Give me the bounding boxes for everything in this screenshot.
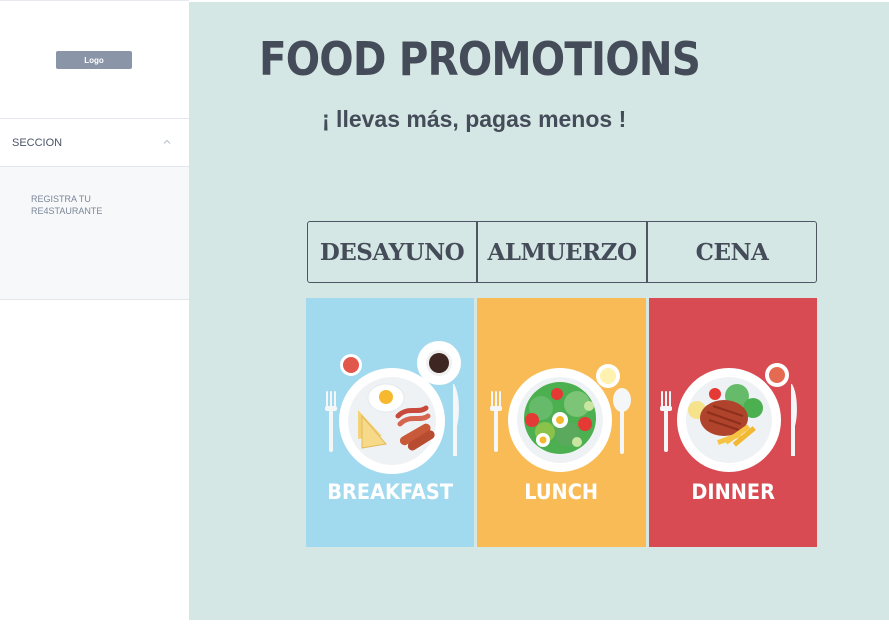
dinner-plate-icon [659,363,797,472]
dinner-label: DINNER [690,480,775,504]
tab-desayuno[interactable]: DESAYUNO [308,222,476,282]
tab-cena[interactable]: CENA [646,222,816,282]
breakfast-card[interactable]: BREAKFAST [306,298,475,547]
dinner-card[interactable]: DINNER [648,298,817,547]
section-header[interactable]: SECCION [0,119,189,167]
register-restaurant-link[interactable]: REGISTRA TU RE4STAURANTE [31,193,141,217]
sidebar: Logo SECCION REGISTRA TU RE4STAURANTE [0,0,189,624]
meal-cards: BREAKFAST LUNCH DINNER [306,298,817,547]
logo-area: Logo [0,1,189,119]
page-title: FOOD PROMOTIONS [259,32,701,86]
breakfast-label: BREAKFAST [327,480,454,504]
tab-almuerzo[interactable]: ALMUERZO [476,222,646,282]
section-body: REGISTRA TU RE4STAURANTE [0,167,189,300]
lunch-plate-icon [490,364,632,472]
logo-button[interactable]: Logo [56,51,132,69]
breakfast-plate-icon [325,341,461,474]
chevron-up-icon [163,139,171,144]
main-content: FOOD PROMOTIONS ¡ llevas más, pagas meno… [189,2,889,620]
page-subtitle: ¡ llevas más, pagas menos ! [322,106,627,132]
section-label: SECCION [12,136,63,149]
lunch-card[interactable]: LUNCH [477,298,646,547]
meal-tabs: DESAYUNO ALMUERZO CENA [307,221,817,283]
lunch-label: LUNCH [524,480,599,504]
app-root: Logo SECCION REGISTRA TU RE4STAURANTE FO… [0,0,889,624]
